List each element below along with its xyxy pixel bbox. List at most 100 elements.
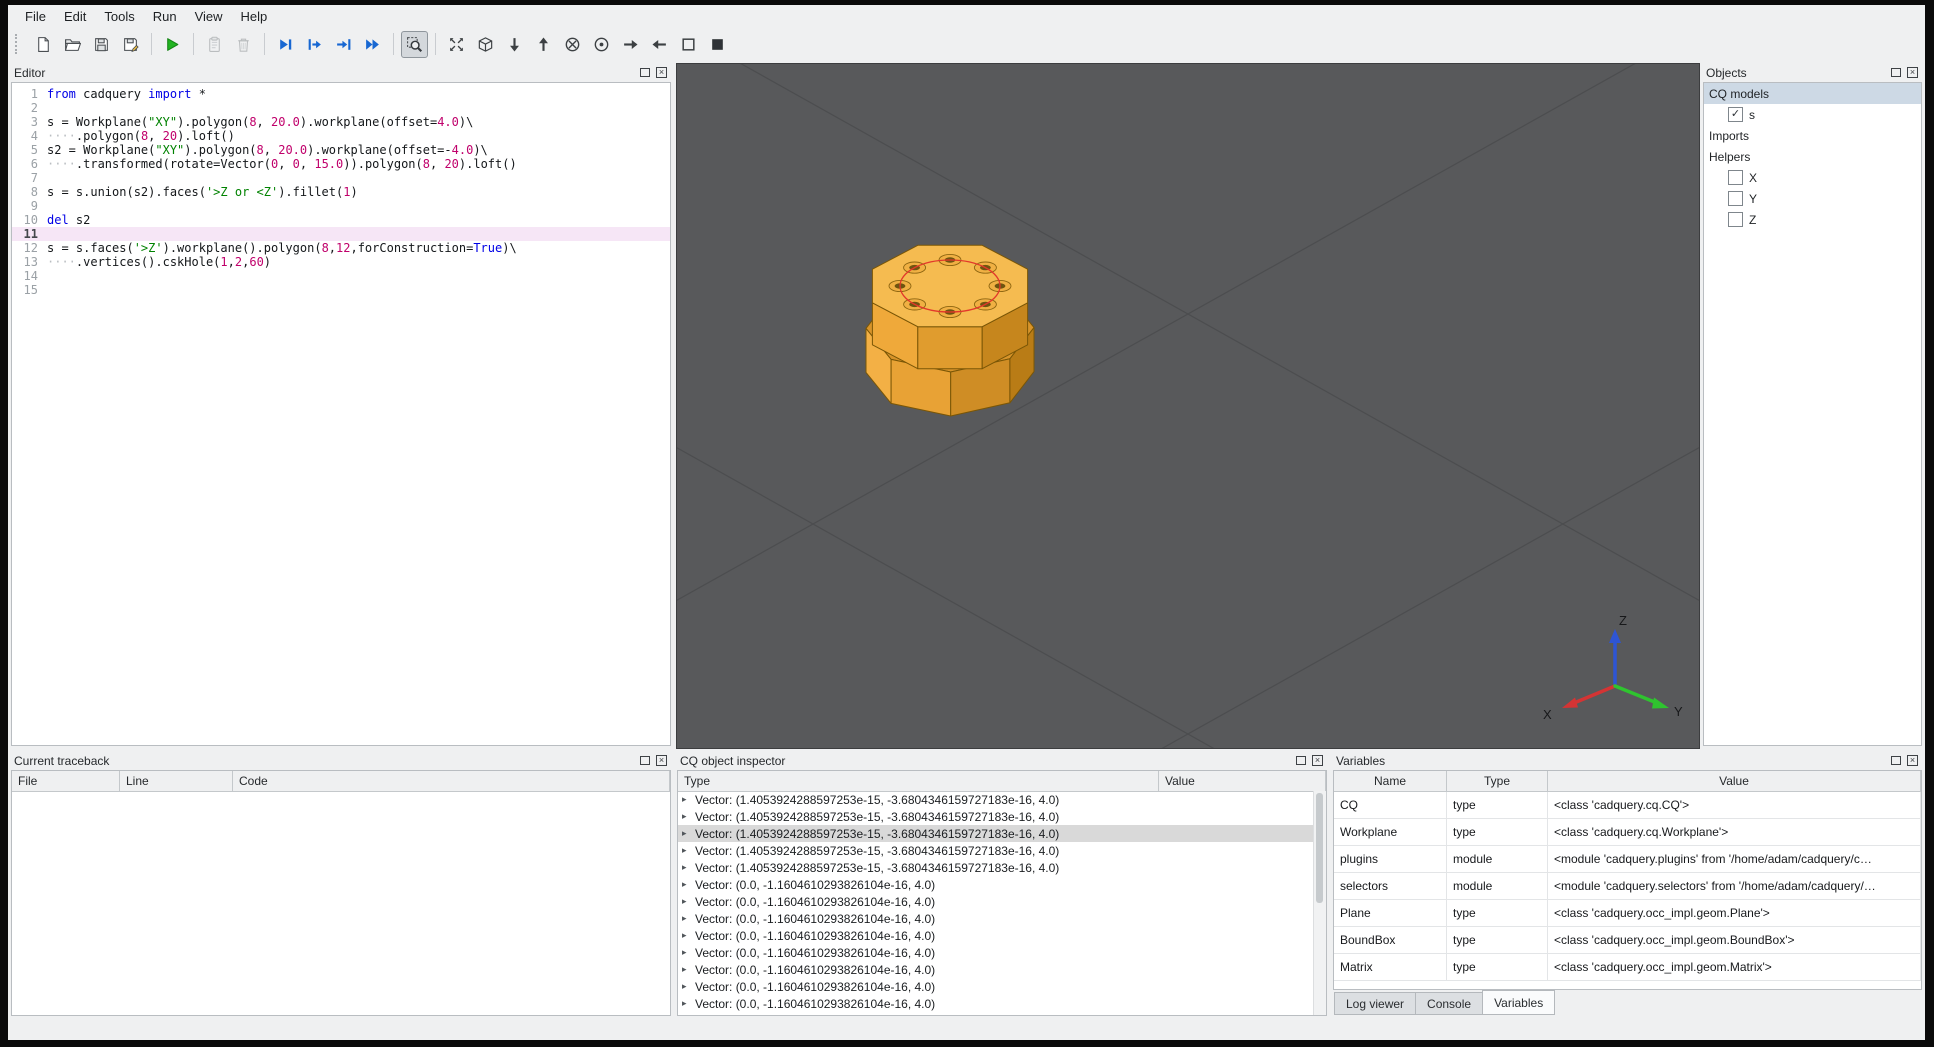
expand-arrow-icon[interactable]: ▸ — [682, 879, 695, 890]
view-left-button[interactable] — [646, 31, 673, 58]
close-panel-button[interactable]: × — [655, 754, 668, 767]
column-header-type[interactable]: Type — [1447, 771, 1548, 791]
menu-help[interactable]: Help — [232, 7, 277, 26]
variable-row[interactable]: BoundBox type <class 'cadquery.occ_impl.ge… — [1334, 927, 1921, 954]
expand-arrow-icon[interactable]: ▸ — [682, 811, 695, 822]
tree-item-y[interactable]: Y — [1704, 188, 1921, 209]
view-front-button[interactable] — [559, 31, 586, 58]
tree-item-imports[interactable]: Imports — [1704, 125, 1921, 146]
variable-row[interactable]: selectors module <module 'cadquery.selecto… — [1334, 873, 1921, 900]
inspector-row[interactable]: ▸ Vector: (0.0, -1.1604610293826104e-16, … — [678, 876, 1314, 893]
inspector-row[interactable]: ▸ Vector: (0.0, -1.1604610293826104e-16, … — [678, 961, 1314, 978]
tree-item-cq-models[interactable]: CQ models — [1704, 83, 1921, 104]
inspector-row[interactable]: ▸ Vector: (0.0, -1.1604610293826104e-16, … — [678, 978, 1314, 995]
checkbox[interactable]: ✓ — [1728, 107, 1743, 122]
expand-arrow-icon[interactable]: ▸ — [682, 913, 695, 924]
shaded-button[interactable] — [704, 31, 731, 58]
expand-arrow-icon[interactable]: ▸ — [682, 794, 695, 805]
view-back-button[interactable] — [588, 31, 615, 58]
close-panel-button[interactable]: × — [655, 66, 668, 79]
float-panel-button[interactable] — [1294, 754, 1307, 767]
inspector-row[interactable]: ▸ Vector: (1.4053924288597253e-15, -3.680… — [678, 791, 1314, 808]
fit-view-button[interactable] — [443, 31, 470, 58]
variable-row[interactable]: Plane type <class 'cadquery.occ_impl.geom.… — [1334, 900, 1921, 927]
debug-continue-button[interactable] — [359, 31, 386, 58]
view-bottom-button[interactable] — [501, 31, 528, 58]
expand-arrow-icon[interactable]: ▸ — [682, 964, 695, 975]
checkbox[interactable] — [1728, 170, 1743, 185]
view-right-button[interactable] — [617, 31, 644, 58]
cad-model[interactable] — [865, 244, 1035, 417]
wireframe-button[interactable] — [675, 31, 702, 58]
tab-log-viewer[interactable]: Log viewer — [1334, 992, 1417, 1015]
close-icon: × — [656, 67, 667, 78]
tab-variables[interactable]: Variables — [1482, 990, 1556, 1015]
inspector-row[interactable]: ▸ Vector: (0.0, -1.1604610293826104e-16, … — [678, 893, 1314, 910]
float-panel-button[interactable] — [1889, 66, 1902, 79]
expand-arrow-icon[interactable]: ▸ — [682, 930, 695, 941]
paste-button[interactable] — [201, 31, 228, 58]
checkbox[interactable] — [1728, 191, 1743, 206]
expand-arrow-icon[interactable]: ▸ — [682, 981, 695, 992]
variable-row[interactable]: Workplane type <class 'cadquery.cq.Workpla… — [1334, 819, 1921, 846]
inspector-row[interactable]: ▸ Vector: (1.4053924288597253e-15, -3.680… — [678, 859, 1314, 876]
inspector-row[interactable]: ▸ Vector: (1.4053924288597253e-15, -3.680… — [678, 825, 1314, 842]
float-panel-button[interactable] — [1889, 754, 1902, 767]
debug-step-into-button[interactable] — [301, 31, 328, 58]
expand-arrow-icon[interactable]: ▸ — [682, 845, 695, 856]
view-top-button[interactable] — [530, 31, 557, 58]
close-panel-button[interactable]: × — [1311, 754, 1324, 767]
tree-item-z[interactable]: Z — [1704, 209, 1921, 230]
open-file-button[interactable] — [59, 31, 86, 58]
save-as-button[interactable] — [117, 31, 144, 58]
close-panel-button[interactable]: × — [1906, 754, 1919, 767]
viewport-3d[interactable]: Z X Y — [596, 5, 1778, 1040]
column-header-name[interactable]: Name — [1334, 771, 1447, 791]
expand-arrow-icon[interactable]: ▸ — [682, 862, 695, 873]
tree-item-x[interactable]: X — [1704, 167, 1921, 188]
variable-row[interactable]: plugins module <module 'cadquery.plugins' … — [1334, 846, 1921, 873]
debug-step-out-button[interactable] — [330, 31, 357, 58]
iso-view-button[interactable] — [472, 31, 499, 58]
column-header-value[interactable]: Value — [1548, 771, 1921, 791]
scrollbar-thumb[interactable] — [1316, 793, 1323, 903]
inspector-row[interactable]: ▸ Vector: (0.0, -1.1604610293826104e-16, … — [678, 910, 1314, 927]
inspect-toggle-button[interactable] — [401, 30, 428, 58]
menu-edit[interactable]: Edit — [55, 7, 95, 26]
inspector-row[interactable]: ▸ Vector: (1.4053924288597253e-15, -3.680… — [678, 808, 1314, 825]
delete-button[interactable] — [230, 31, 257, 58]
column-header-line[interactable]: Line — [120, 771, 233, 791]
menu-view[interactable]: View — [186, 7, 232, 26]
variable-row[interactable]: Matrix type <class 'cadquery.occ_impl.geom… — [1334, 954, 1921, 981]
tab-console[interactable]: Console — [1415, 992, 1484, 1015]
line-number: 14 — [23, 269, 38, 283]
expand-arrow-icon[interactable]: ▸ — [682, 998, 695, 1009]
checkbox[interactable] — [1728, 212, 1743, 227]
expand-arrow-icon[interactable]: ▸ — [682, 828, 695, 839]
inspector-scrollbar[interactable] — [1313, 791, 1326, 1015]
column-header-value[interactable]: Value — [1159, 771, 1326, 791]
inspector-row[interactable]: ▸ Vector: (0.0, -1.1604610293826104e-16, … — [678, 944, 1314, 961]
inspector-row[interactable]: ▸ Vector: (0.0, -1.1604610293826104e-16, … — [678, 995, 1314, 1012]
inspector-row[interactable]: ▸ Vector: (0.0, -1.1604610293826104e-16, … — [678, 927, 1314, 944]
variable-row[interactable]: CQ type <class 'cadquery.cq.CQ'> — [1334, 792, 1921, 819]
menu-tools[interactable]: Tools — [95, 7, 143, 26]
column-header-file[interactable]: File — [12, 771, 120, 791]
code-editor[interactable]: 1 from cadquery import * 2 3 s = Workplane("… — [11, 82, 671, 746]
inspector-row[interactable]: ▸ Vector: (1.4053924288597253e-15, -3.680… — [678, 842, 1314, 859]
tree-item-helpers[interactable]: Helpers — [1704, 146, 1921, 167]
new-file-button[interactable] — [30, 31, 57, 58]
float-panel-button[interactable] — [638, 754, 651, 767]
debug-step-button[interactable] — [272, 31, 299, 58]
close-panel-button[interactable]: × — [1906, 66, 1919, 79]
expand-arrow-icon[interactable]: ▸ — [682, 947, 695, 958]
column-header-type[interactable]: Type — [678, 771, 1159, 791]
expand-arrow-icon[interactable]: ▸ — [682, 896, 695, 907]
menu-file[interactable]: File — [16, 7, 55, 26]
float-panel-button[interactable] — [638, 66, 651, 79]
save-button[interactable] — [88, 31, 115, 58]
menu-run[interactable]: Run — [144, 7, 186, 26]
column-header-code[interactable]: Code — [233, 771, 670, 791]
tree-item-s[interactable]: ✓ s — [1704, 104, 1921, 125]
run-button[interactable] — [159, 31, 186, 58]
